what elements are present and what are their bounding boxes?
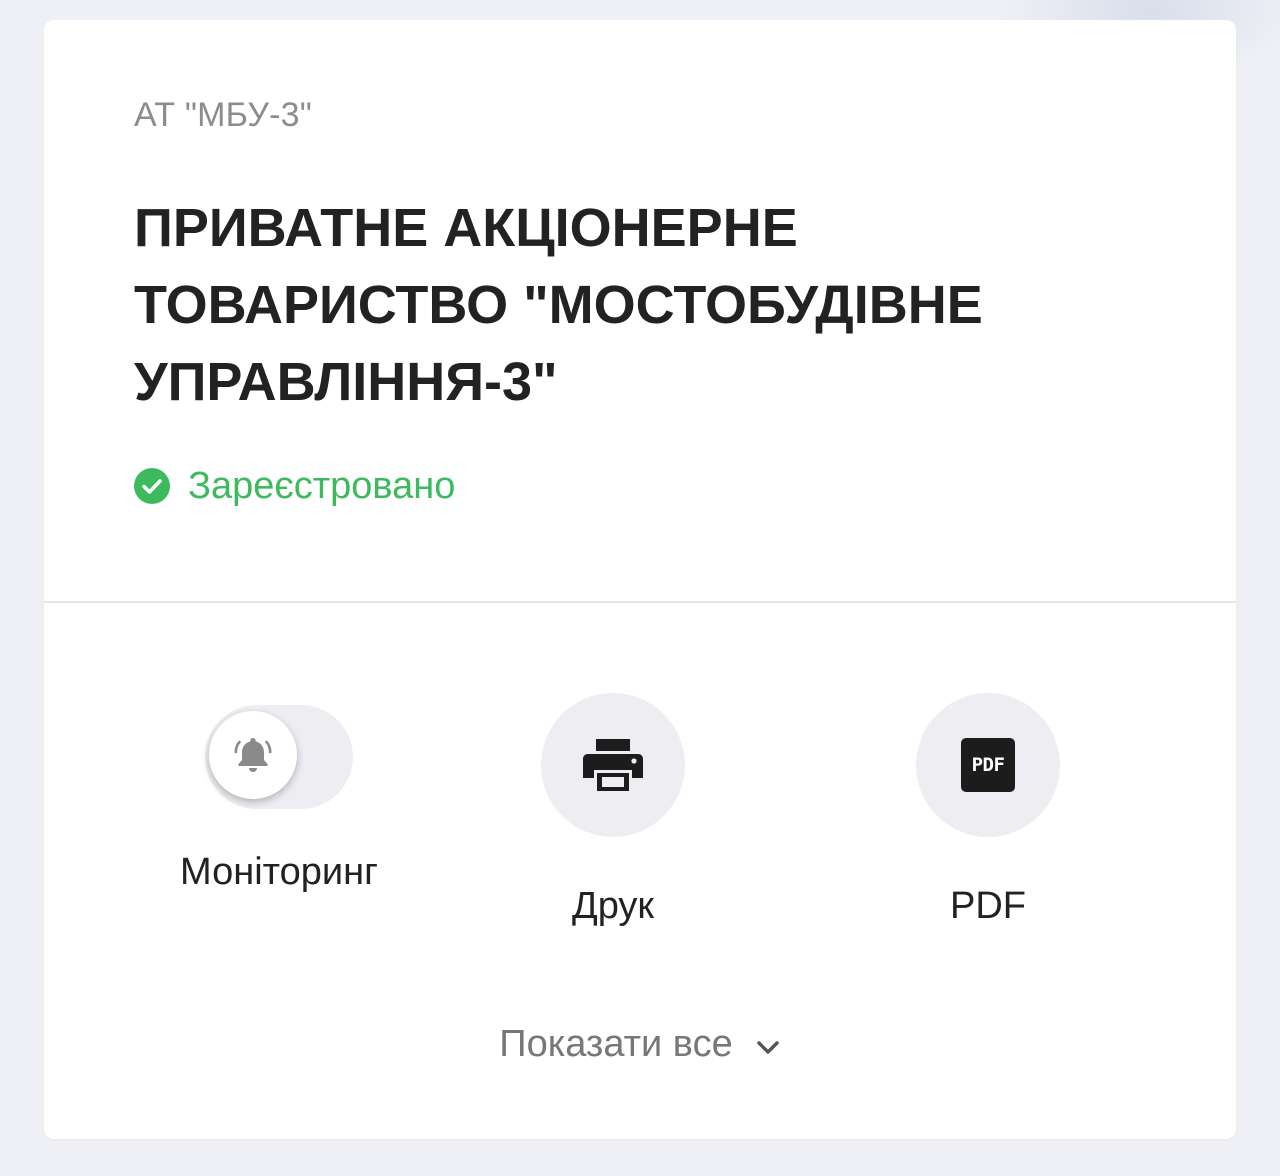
monitoring-toggle[interactable] [204, 693, 353, 809]
pdf-button[interactable]: PDF [916, 693, 1060, 837]
show-all-button[interactable]: Показати все [44, 1023, 1236, 1066]
pdf-action[interactable]: PDF PDF [916, 693, 1060, 928]
monitoring-label: Моніторинг [180, 851, 378, 893]
printer-icon [583, 739, 643, 791]
print-label: Друк [571, 885, 655, 927]
check-circle-icon [134, 468, 170, 504]
status-text: Зареєстровано [188, 464, 456, 507]
monitoring-action[interactable]: Моніторинг [180, 693, 378, 894]
pdf-icon-text: PDF [971, 754, 1005, 776]
actions-panel: Моніторинг Друк PDF PDF Показати все [44, 603, 1236, 1139]
print-button[interactable] [541, 693, 685, 837]
pdf-label: PDF [950, 885, 1026, 927]
company-header: АТ "МБУ-3" ПРИВАТНЕ АКЦІОНЕРНЕ ТОВАРИСТВ… [44, 20, 1236, 602]
company-full-name: ПРИВАТНЕ АКЦІОНЕРНЕ ТОВАРИСТВО "МОСТОБУД… [134, 198, 983, 412]
pdf-icon: PDF [961, 738, 1015, 792]
toggle-knob[interactable] [208, 711, 297, 799]
company-card: АТ "МБУ-3" ПРИВАТНЕ АКЦІОНЕРНЕ ТОВАРИСТВ… [44, 20, 1236, 1139]
chevron-down-icon [757, 1040, 779, 1054]
bell-icon [234, 738, 272, 772]
show-all-label: Показати все [499, 1023, 733, 1065]
status-badge: Зареєстровано [134, 464, 455, 508]
print-action[interactable]: Друк [541, 693, 685, 928]
company-short-name: АТ "МБУ-3" [134, 96, 313, 134]
